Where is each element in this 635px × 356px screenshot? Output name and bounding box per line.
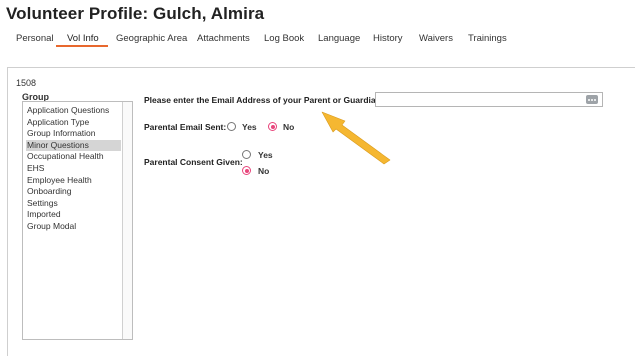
consent-no-radio[interactable] bbox=[242, 166, 251, 175]
list-item-group-modal[interactable]: Group Modal bbox=[26, 221, 121, 232]
parental-email-yes-radio[interactable] bbox=[227, 122, 236, 131]
parental-email-no-label: No bbox=[283, 122, 295, 132]
list-item-onboarding[interactable]: Onboarding bbox=[26, 186, 121, 197]
list-item-minor-questions[interactable]: Minor Questions bbox=[26, 139, 121, 151]
parental-consent-label: Parental Consent Given: bbox=[144, 157, 243, 167]
tab-vol-info[interactable]: Vol Info bbox=[67, 33, 99, 44]
list-item-application-type[interactable]: Application Type bbox=[26, 117, 121, 128]
list-item-imported[interactable]: Imported bbox=[26, 209, 121, 220]
tab-geographic-area[interactable]: Geographic Area bbox=[116, 33, 187, 44]
list-scrollbar[interactable] bbox=[122, 102, 132, 339]
list-item-settings[interactable]: Settings bbox=[26, 198, 121, 209]
parental-email-no-radio[interactable] bbox=[268, 122, 277, 131]
consent-yes-radio[interactable] bbox=[242, 150, 251, 159]
parental-email-label: Parental Email Sent: bbox=[144, 122, 227, 132]
group-list[interactable]: Application Questions Application Type G… bbox=[22, 101, 133, 340]
tab-personal[interactable]: Personal bbox=[16, 33, 54, 44]
arrow-icon bbox=[321, 111, 391, 165]
list-item-employee-health[interactable]: Employee Health bbox=[26, 175, 121, 186]
tab-log-book[interactable]: Log Book bbox=[264, 33, 304, 44]
active-tab-indicator bbox=[56, 45, 108, 47]
email-label: Please enter the Email Address of your P… bbox=[144, 95, 384, 105]
list-item-group-information[interactable]: Group Information bbox=[26, 128, 121, 139]
tab-waivers[interactable]: Waivers bbox=[419, 33, 453, 44]
list-item-ehs[interactable]: EHS bbox=[26, 163, 121, 174]
tab-trainings[interactable]: Trainings bbox=[468, 33, 507, 44]
tab-history[interactable]: History bbox=[373, 33, 403, 44]
page-title: Volunteer Profile: Gulch, Almira bbox=[6, 4, 265, 23]
email-field[interactable] bbox=[375, 92, 603, 107]
tab-language[interactable]: Language bbox=[318, 33, 360, 44]
parental-email-yes-label: Yes bbox=[242, 122, 257, 132]
tab-attachments[interactable]: Attachments bbox=[197, 33, 250, 44]
list-item-application-questions[interactable]: Application Questions bbox=[26, 105, 121, 116]
list-item-occupational-health[interactable]: Occupational Health bbox=[26, 151, 121, 162]
consent-no-label: No bbox=[258, 166, 270, 176]
ellipsis-icon[interactable] bbox=[586, 95, 598, 104]
consent-yes-label: Yes bbox=[258, 150, 273, 160]
record-id: 1508 bbox=[16, 78, 37, 88]
